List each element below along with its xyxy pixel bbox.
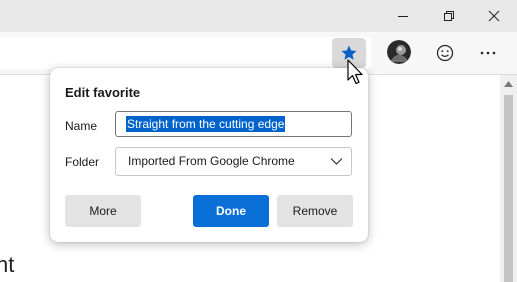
minimize-icon	[398, 16, 408, 17]
more-menu-button[interactable]	[474, 39, 502, 67]
folder-select[interactable]: Imported From Google Chrome	[115, 147, 352, 176]
feedback-button[interactable]	[431, 39, 459, 67]
page-scrollbar[interactable]	[500, 75, 517, 282]
name-label: Name	[65, 119, 98, 133]
remove-button[interactable]: Remove	[277, 195, 353, 227]
name-input[interactable]: Straight from the cutting edge	[115, 111, 352, 137]
dialog-title: Edit favorite	[65, 85, 141, 100]
scroll-up-button[interactable]	[500, 75, 517, 92]
minimize-button[interactable]	[380, 0, 426, 32]
folder-select-value: Imported From Google Chrome	[128, 154, 295, 168]
more-dots-icon	[480, 51, 496, 55]
page-partial-text: nt	[0, 252, 15, 277]
done-button[interactable]: Done	[193, 195, 269, 227]
profile-avatar[interactable]	[387, 40, 411, 64]
scroll-thumb[interactable]	[504, 95, 513, 282]
restore-button[interactable]	[426, 0, 472, 32]
address-bar[interactable]	[0, 37, 371, 69]
name-input-value: Straight from the cutting edge	[126, 116, 286, 132]
restore-icon	[444, 11, 454, 21]
more-button[interactable]: More	[65, 195, 141, 227]
chevron-up-icon	[504, 80, 513, 87]
chevron-down-icon	[330, 158, 343, 165]
smiley-icon	[436, 44, 454, 62]
mouse-cursor-icon	[347, 59, 363, 85]
close-icon	[488, 10, 500, 22]
title-bar	[0, 0, 517, 32]
edit-favorite-dialog: Edit favorite Name Straight from the cut…	[50, 68, 368, 242]
avatar-icon	[387, 40, 411, 64]
close-window-button[interactable]	[471, 0, 517, 32]
folder-label: Folder	[65, 155, 100, 169]
